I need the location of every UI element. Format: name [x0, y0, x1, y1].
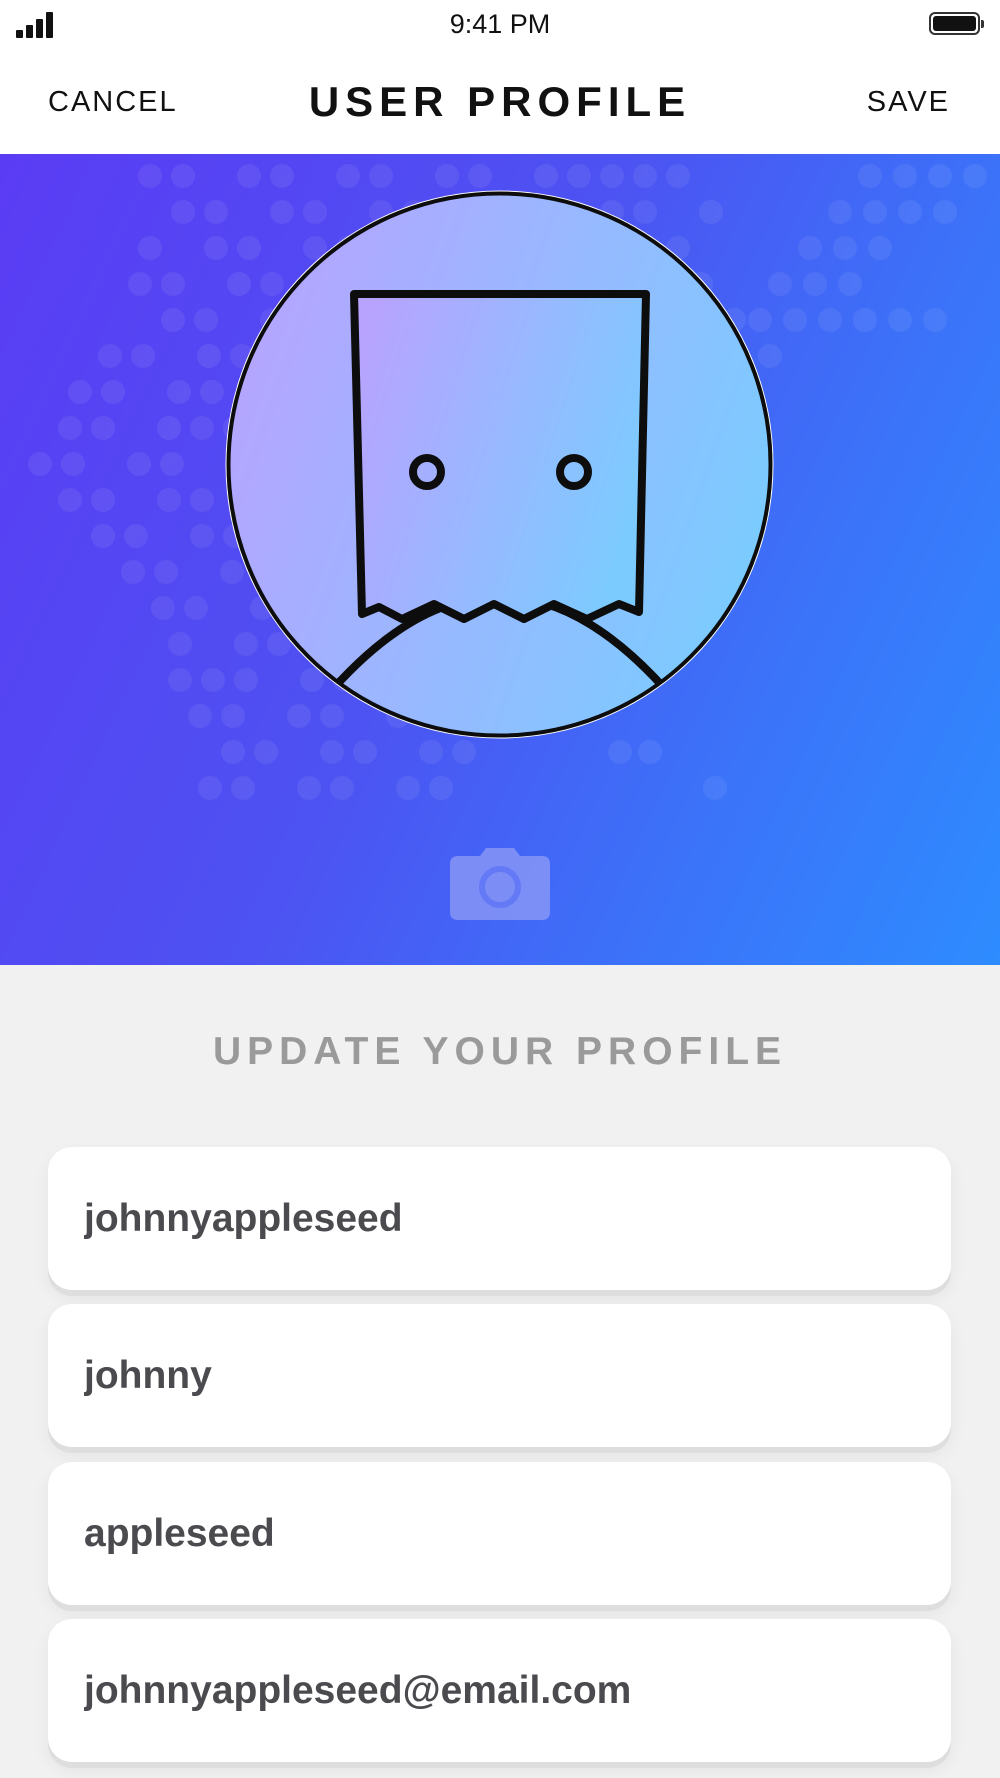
camera-icon [450, 848, 550, 920]
status-bar: 9:41 PM [0, 0, 1000, 50]
page-title: USER PROFILE [308, 78, 692, 125]
change-photo-button[interactable] [450, 846, 550, 920]
first-name-field[interactable] [48, 1304, 951, 1447]
username-field[interactable] [48, 1147, 951, 1290]
navigation-bar: CANCEL USER PROFILE SAVE [0, 50, 1000, 154]
profile-header [0, 154, 1000, 965]
battery-full-icon [929, 12, 984, 35]
last-name-field[interactable] [48, 1462, 951, 1605]
status-time: 9:41 PM [449, 9, 551, 39]
form-title: UPDATE YOUR PROFILE [212, 1030, 788, 1073]
save-button[interactable]: SAVE [867, 86, 950, 119]
paper-bag-avatar [225, 190, 774, 739]
email-field[interactable] [48, 1619, 951, 1762]
avatar[interactable] [224, 189, 775, 740]
